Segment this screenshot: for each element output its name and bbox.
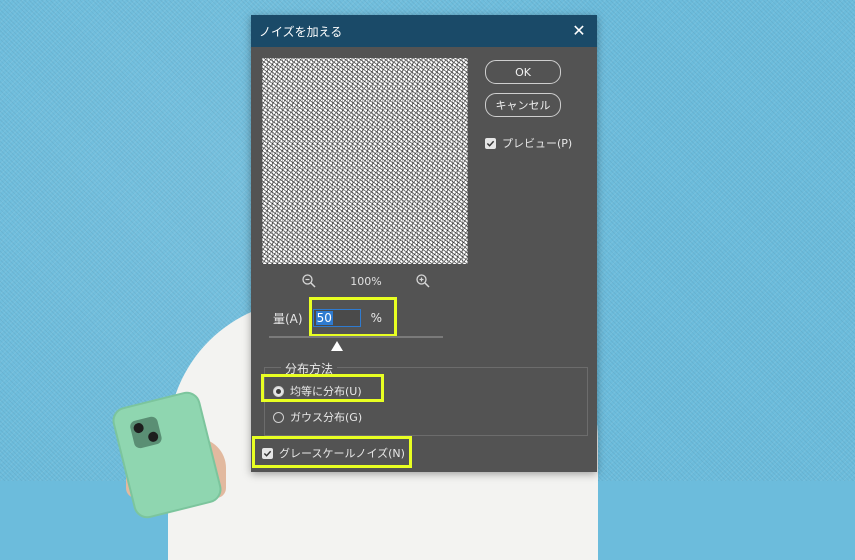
preview-label: プレビュー(P): [502, 137, 573, 150]
monochromatic-checkbox-row[interactable]: グレースケールノイズ(N): [262, 445, 405, 461]
radio-gaussian-button[interactable]: [273, 411, 284, 423]
checkmark-icon: [486, 140, 495, 147]
zoom-level: 100%: [350, 274, 382, 288]
monochromatic-checkbox[interactable]: [262, 447, 273, 459]
zoom-controls: 100%: [301, 271, 431, 291]
radio-uniform-label: 均等に分布(U): [290, 385, 362, 398]
amount-value: 50: [315, 311, 333, 325]
radio-uniform-button[interactable]: [273, 385, 284, 397]
distribution-group: [264, 367, 588, 436]
amount-unit: %: [370, 311, 382, 325]
zoom-out-icon[interactable]: [301, 273, 317, 289]
radio-uniform[interactable]: 均等に分布(U): [273, 383, 362, 399]
amount-row: 量(A) 50 %: [273, 309, 382, 327]
monochromatic-label: グレースケールノイズ(N): [279, 447, 405, 460]
amount-slider-track[interactable]: [269, 336, 443, 338]
add-noise-dialog: ノイズを加える ✕ 100% OK キャンセル プレビュー(P) 量(A) 50…: [251, 15, 597, 472]
dialog-title: ノイズを加える: [259, 24, 343, 39]
cancel-button[interactable]: キャンセル: [485, 93, 561, 117]
dialog-title-bar[interactable]: ノイズを加える ✕: [251, 15, 597, 47]
amount-input[interactable]: 50: [312, 309, 361, 327]
close-button[interactable]: ✕: [569, 21, 589, 41]
zoom-in-icon[interactable]: [415, 273, 431, 289]
noise-preview[interactable]: [262, 58, 468, 264]
amount-slider-thumb[interactable]: [331, 341, 343, 351]
phone-camera: [128, 415, 163, 450]
radio-gaussian-label: ガウス分布(G): [290, 411, 363, 424]
radio-gaussian[interactable]: ガウス分布(G): [273, 409, 362, 425]
ok-button[interactable]: OK: [485, 60, 561, 84]
distribution-title: 分布方法: [281, 360, 338, 377]
amount-label: 量(A): [273, 311, 303, 326]
preview-checkbox-row[interactable]: プレビュー(P): [485, 135, 572, 151]
preview-checkbox[interactable]: [485, 137, 496, 149]
checkmark-icon: [263, 450, 272, 457]
